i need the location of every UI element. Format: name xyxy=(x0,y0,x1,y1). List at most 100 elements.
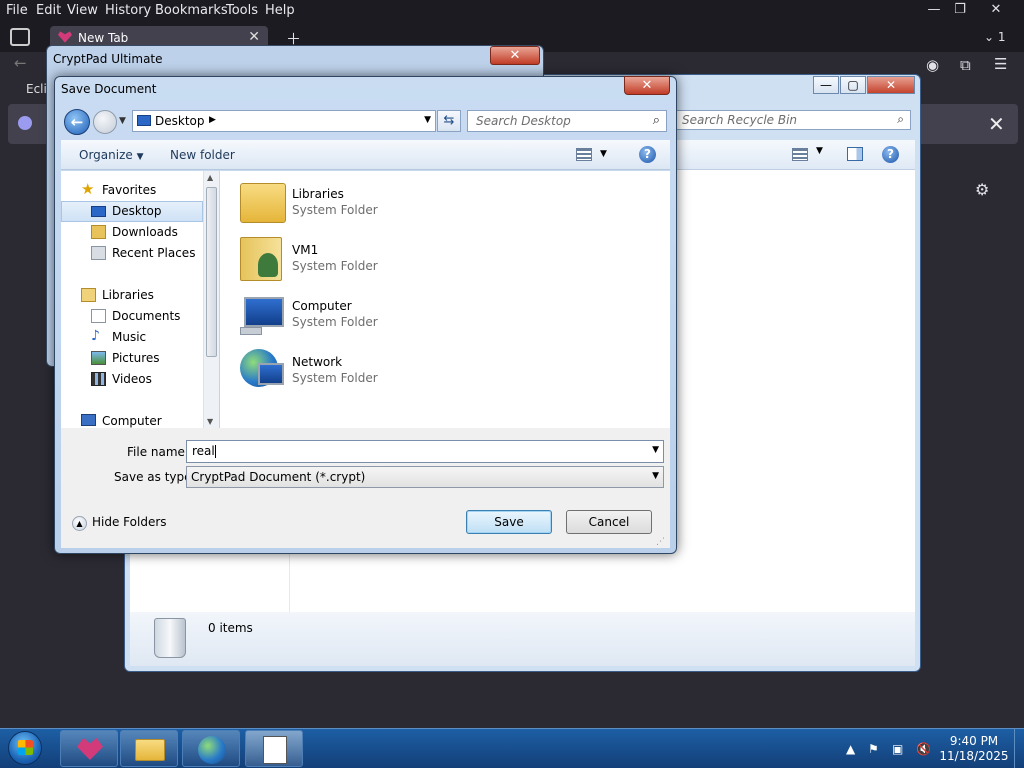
list-item[interactable]: Libraries System Folder xyxy=(240,179,400,227)
save-button[interactable]: Save xyxy=(466,510,552,534)
view-options-icon[interactable] xyxy=(792,148,808,161)
menu-history[interactable]: History xyxy=(105,3,151,18)
windows-logo-icon xyxy=(18,740,33,755)
file-name-input[interactable]: real ▼ xyxy=(186,440,664,463)
back-arrow-icon[interactable]: ← xyxy=(14,54,27,72)
extensions-icon[interactable]: ⧉ xyxy=(960,56,971,74)
nav-pictures-label: Pictures xyxy=(112,351,160,365)
pictures-icon xyxy=(91,351,106,365)
nav-downloads[interactable]: Downloads xyxy=(61,222,203,243)
list-item[interactable]: Network System Folder xyxy=(240,347,400,395)
firefox-minimize-button[interactable]: — xyxy=(920,0,948,20)
cryptpad-close-button[interactable]: ✕ xyxy=(490,46,540,65)
address-dropdown-icon[interactable]: ▼ xyxy=(424,115,431,125)
back-button[interactable]: ← xyxy=(64,109,90,135)
tab-title: New Tab xyxy=(78,31,129,45)
file-list: Libraries System Folder VM1 System Folde… xyxy=(220,171,670,428)
nav-favorites[interactable]: ★ Favorites xyxy=(61,180,203,201)
resize-grip-icon[interactable]: ⋰ xyxy=(656,537,665,547)
save-as-type-value: CryptPad Document (*.crypt) xyxy=(191,470,366,484)
menu-bookmarks[interactable]: Bookmarks xyxy=(155,3,228,18)
scroll-down-icon[interactable]: ▼ xyxy=(207,417,213,426)
view-options-icon[interactable] xyxy=(576,148,592,161)
menu-help[interactable]: Help xyxy=(265,3,295,18)
list-all-tabs-button[interactable]: ⌄ 1 xyxy=(984,30,1006,44)
nav-recent-places[interactable]: Recent Places xyxy=(61,243,203,264)
dialog-close-button[interactable]: ✕ xyxy=(624,76,670,95)
network-status-icon[interactable]: ▣ xyxy=(892,742,903,756)
file-type: System Folder xyxy=(292,371,378,385)
taskbar-document-button[interactable] xyxy=(245,730,303,767)
hide-folders-button[interactable]: ▲ Hide Folders xyxy=(72,515,167,531)
desktop-icon xyxy=(91,206,106,217)
explorer-maximize-button[interactable]: ▢ xyxy=(840,76,866,94)
menu-tools[interactable]: Tools xyxy=(226,3,258,18)
show-hidden-icons[interactable]: ▲ xyxy=(846,742,855,756)
account-icon[interactable]: ◉ xyxy=(926,56,939,74)
search-desktop-input[interactable]: Search Desktop ⌕ xyxy=(467,110,667,132)
nav-libraries[interactable]: Libraries xyxy=(61,285,203,306)
system-clock[interactable]: 9:40 PM 11/18/2025 xyxy=(938,734,1010,764)
firefox-restore-button[interactable]: ❐ xyxy=(946,0,974,20)
help-icon[interactable]: ? xyxy=(882,146,899,163)
nav-desktop-label: Desktop xyxy=(112,204,162,218)
nav-documents[interactable]: Documents xyxy=(61,306,203,327)
bookmark-item[interactable]: Ecli xyxy=(26,82,47,96)
cryptpad-heart-icon xyxy=(58,31,72,43)
recycle-bin-search-input[interactable]: Search Recycle Bin ⌕ xyxy=(675,110,911,130)
file-type: System Folder xyxy=(292,315,378,329)
menu-edit[interactable]: Edit xyxy=(36,3,61,18)
help-icon[interactable]: ? xyxy=(639,146,656,163)
nav-downloads-label: Downloads xyxy=(112,225,178,239)
hamburger-menu-icon[interactable]: ☰ xyxy=(994,55,1007,73)
save-as-type-select[interactable]: CryptPad Document (*.crypt) ▼ xyxy=(186,466,664,488)
menu-file[interactable]: File xyxy=(6,3,28,18)
firefox-close-button[interactable]: ✕ xyxy=(982,0,1010,20)
nav-pictures[interactable]: Pictures xyxy=(61,348,203,369)
new-folder-button[interactable]: New folder xyxy=(170,148,235,162)
chevron-down-icon[interactable]: ▼ xyxy=(816,146,823,156)
settings-gear-icon[interactable]: ⚙ xyxy=(975,180,989,199)
file-type: System Folder xyxy=(292,259,378,273)
start-button[interactable] xyxy=(4,729,48,768)
taskbar-network-button[interactable] xyxy=(182,730,240,767)
menu-view[interactable]: View xyxy=(67,3,98,18)
nav-desktop[interactable]: Desktop xyxy=(61,201,203,222)
volume-muted-icon[interactable]: 🔇 xyxy=(916,742,931,756)
show-desktop-button[interactable] xyxy=(1014,729,1024,768)
cancel-button[interactable]: Cancel xyxy=(566,510,652,534)
chevron-up-icon: ▲ xyxy=(72,516,87,531)
preview-pane-icon[interactable] xyxy=(847,147,863,161)
file-name: Network xyxy=(292,355,343,369)
nav-music[interactable]: ♪ Music xyxy=(61,327,203,348)
refresh-button[interactable]: ⇆ xyxy=(437,110,461,132)
cryptpad-heart-icon xyxy=(77,738,103,760)
nav-computer[interactable]: Computer xyxy=(61,411,203,428)
chevron-down-icon: ▼ xyxy=(652,471,659,481)
scroll-up-icon[interactable]: ▲ xyxy=(207,173,213,182)
file-name-dropdown-icon[interactable]: ▼ xyxy=(652,445,659,455)
videos-icon xyxy=(91,372,106,386)
firefox-view-icon[interactable] xyxy=(10,28,30,46)
recycle-bin-icon xyxy=(154,618,186,658)
forward-button[interactable] xyxy=(93,110,117,134)
taskbar-explorer-button[interactable] xyxy=(120,730,178,767)
organize-button[interactable]: Organize ▼ xyxy=(79,148,144,162)
scroll-thumb[interactable] xyxy=(206,187,217,357)
recent-locations-dropdown[interactable]: ▼ xyxy=(119,116,126,126)
text-caret xyxy=(214,445,216,458)
taskbar-cryptpad-button[interactable] xyxy=(60,730,118,767)
list-item[interactable]: Computer System Folder xyxy=(240,291,400,339)
flag-alert-icon[interactable]: ⚑ xyxy=(868,742,879,756)
list-item[interactable]: VM1 System Folder xyxy=(240,235,400,283)
explorer-close-button[interactable]: ✕ xyxy=(867,76,915,94)
address-bar[interactable]: Desktop ▶ ▼ xyxy=(132,110,436,132)
address-desktop-crumb[interactable]: Desktop xyxy=(155,114,205,128)
nav-pane-scrollbar[interactable]: ▲ ▼ xyxy=(203,171,219,428)
tab-close-icon[interactable]: ✕ xyxy=(248,29,260,45)
view-dropdown-icon[interactable]: ▼ xyxy=(600,149,607,159)
notification-close-icon[interactable]: ✕ xyxy=(988,112,1005,136)
nav-videos[interactable]: Videos xyxy=(61,369,203,390)
explorer-minimize-button[interactable]: — xyxy=(813,76,839,94)
chevron-right-icon[interactable]: ▶ xyxy=(209,115,216,125)
